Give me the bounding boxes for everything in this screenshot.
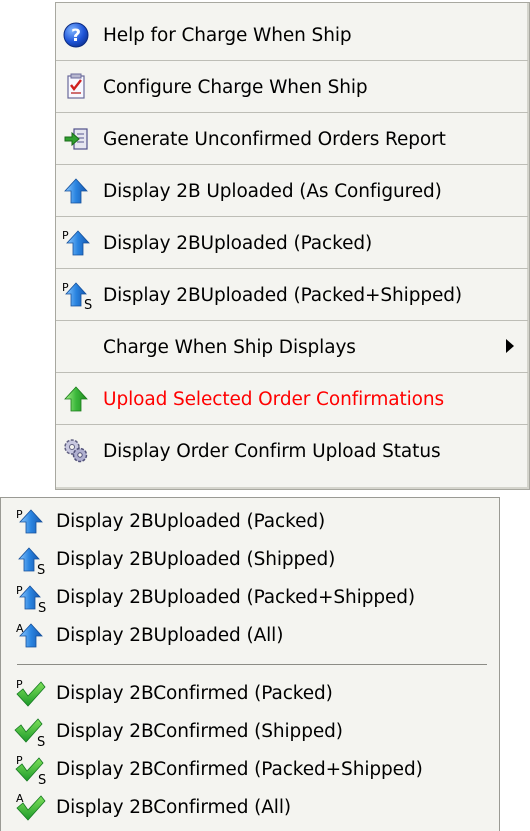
svg-text:P: P — [16, 508, 23, 521]
menu-item-upload-confirmations[interactable]: Upload Selected Order Confirmations — [56, 373, 528, 425]
svg-text:?: ? — [71, 26, 81, 46]
submenu-item-label: Display 2BConfirmed (All) — [56, 797, 292, 818]
help-icon: ? — [62, 21, 92, 49]
submenu-arrow-icon — [506, 339, 514, 353]
svg-text:S: S — [84, 298, 92, 313]
upload-arrow-packed-icon: P — [62, 229, 92, 257]
menu-item-label: Upload Selected Order Confirmations — [103, 389, 445, 410]
svg-text:P: P — [16, 678, 23, 691]
upload-arrow-icon — [62, 177, 92, 205]
submenu-item-confirmed-packed[interactable]: P Display 2BConfirmed (Packed) — [1, 674, 497, 712]
menu-item-label: Display 2BUploaded (Packed+Shipped) — [103, 285, 463, 306]
submenu-item-uploaded-packed[interactable]: P Display 2BUploaded (Packed) — [1, 502, 497, 540]
submenu-item-label: Display 2BUploaded (All) — [56, 625, 284, 646]
checkmark-shipped-icon: S — [13, 715, 49, 750]
menu-item-display-as-configured[interactable]: Display 2B Uploaded (As Configured) — [56, 165, 528, 217]
menu-item-help[interactable]: ? Help for Charge When Ship — [56, 9, 528, 61]
menu-item-display-packed[interactable]: P Display 2BUploaded (Packed) — [56, 217, 528, 269]
upload-arrow-packed-shipped-icon: P S — [13, 581, 49, 616]
submenu-item-label: Display 2BConfirmed (Packed) — [56, 683, 333, 704]
checkmark-packed-shipped-icon: P S — [13, 753, 49, 788]
submenu-item-confirmed-shipped[interactable]: S Display 2BConfirmed (Shipped) — [1, 712, 497, 750]
menu-item-label: Configure Charge When Ship — [103, 77, 368, 98]
status-gears-icon — [62, 437, 92, 465]
submenu-item-label: Display 2BConfirmed (Shipped) — [56, 721, 343, 742]
context-menu: ? Help for Charge When Ship Configure Ch… — [55, 2, 530, 490]
submenu-item-label: Display 2BUploaded (Packed+Shipped) — [56, 587, 416, 608]
svg-text:P: P — [62, 229, 69, 242]
configure-checklist-icon — [62, 73, 92, 101]
checkmark-all-icon: A — [13, 791, 49, 823]
menu-item-upload-status[interactable]: Display Order Confirm Upload Status — [56, 425, 528, 477]
svg-text:S: S — [38, 773, 46, 788]
menu-item-label: Display Order Confirm Upload Status — [103, 441, 441, 462]
submenu-item-uploaded-shipped[interactable]: S Display 2BUploaded (Shipped) — [1, 540, 497, 578]
menu-item-configure[interactable]: Configure Charge When Ship — [56, 61, 528, 113]
svg-text:S: S — [37, 735, 45, 750]
menu-item-label: Help for Charge When Ship — [103, 25, 352, 46]
upload-arrow-packed-shipped-icon: P S — [62, 281, 92, 313]
checkmark-packed-icon: P — [13, 677, 49, 709]
menu-item-label: Display 2BUploaded (Packed) — [103, 233, 373, 254]
menu-item-charge-when-ship-displays[interactable]: Charge When Ship Displays — [56, 321, 528, 373]
submenu-item-confirmed-packed-shipped[interactable]: P S Display 2BConfirmed (Packed+Shipped) — [1, 750, 497, 788]
submenu-item-label: Display 2BUploaded (Shipped) — [56, 549, 336, 570]
menu-item-generate-report[interactable]: Generate Unconfirmed Orders Report — [56, 113, 528, 165]
menu-item-display-packed-shipped[interactable]: P S Display 2BUploaded (Packed+Shipped) — [56, 269, 528, 321]
svg-text:S: S — [38, 601, 46, 616]
menu-item-label: Generate Unconfirmed Orders Report — [103, 129, 446, 150]
menu-item-label: Display 2B Uploaded (As Configured) — [103, 181, 442, 202]
menu-item-label: Charge When Ship Displays — [103, 337, 356, 358]
green-upload-arrow-icon — [62, 385, 92, 413]
menu-separator — [17, 664, 487, 665]
report-icon — [62, 125, 92, 153]
submenu-item-uploaded-packed-shipped[interactable]: P S Display 2BUploaded (Packed+Shipped) — [1, 578, 497, 616]
submenu-item-label: Display 2BConfirmed (Packed+Shipped) — [56, 759, 423, 780]
submenu-charge-when-ship-displays: P Display 2BUploaded (Packed) S Display … — [0, 497, 500, 831]
upload-arrow-shipped-icon: S — [13, 543, 49, 578]
submenu-item-label: Display 2BUploaded (Packed) — [56, 511, 326, 532]
upload-arrow-packed-icon: P — [13, 505, 49, 537]
submenu-item-uploaded-all[interactable]: A Display 2BUploaded (All) — [1, 616, 497, 654]
svg-text:S: S — [37, 563, 45, 578]
submenu-item-confirmed-all[interactable]: A Display 2BConfirmed (All) — [1, 788, 497, 826]
upload-arrow-all-icon: A — [13, 619, 49, 651]
